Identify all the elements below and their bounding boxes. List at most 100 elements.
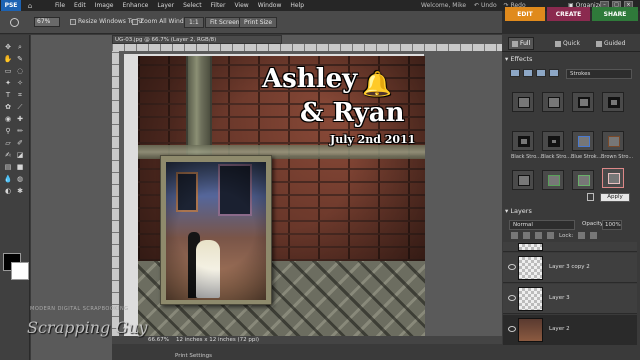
adjustment-layer-icon[interactable] [535,232,542,239]
subtab-full[interactable]: Full [508,37,535,50]
layer-row-selected[interactable]: Layer 2 [503,315,637,345]
clone-stamp-tool-icon[interactable]: ⚲ [3,127,13,136]
layer-row[interactable] [503,242,637,252]
photo-effects-icon[interactable] [536,69,546,77]
menu-filter[interactable]: Filter [211,2,226,9]
print-size-button[interactable]: Print Size [239,17,278,28]
stroke-thumb-label: Black Stro... [541,154,571,160]
checkbox-box[interactable] [70,18,76,25]
filters-icon[interactable] [510,69,520,77]
stroke-thumb[interactable] [572,92,594,112]
cookie-cutter-tool-icon[interactable]: ✿ [3,103,13,112]
straighten-tool-icon[interactable]: ⟋ [15,103,25,112]
stroke-thumb[interactable] [512,170,534,190]
move-tool-icon[interactable]: ✥ [3,43,13,52]
zoom-tool-button-icon[interactable]: ⌕ [15,43,25,52]
stroke-thumb-label: Brown Stro... [601,154,634,160]
effects-title: Effects [510,55,533,63]
home-icon[interactable]: ⌂ [21,0,39,11]
subtab-quick[interactable]: Quick [552,37,583,50]
dodge-tool-icon[interactable]: ◐ [3,187,13,196]
menu-view[interactable]: View [234,2,248,9]
layer-name: Layer 3 [549,295,570,301]
brush-tool-icon[interactable]: ✐ [15,139,25,148]
checkbox-box[interactable] [132,18,138,25]
stroke-thumb[interactable] [512,131,534,151]
undo-button[interactable]: ↶ Undo [474,2,497,9]
hand-tool-icon[interactable]: ✋ [3,55,13,64]
background-color-swatch[interactable] [11,262,29,280]
title-name-two: & Ryan [300,98,405,128]
document-tab[interactable]: UG-03.jpg @ 66.7% (Layer 2, RGB/8) [112,35,282,44]
watermark-logo: Scrapping Guy [27,318,148,337]
all-effects-icon[interactable] [549,69,559,77]
stroke-thumb-selected[interactable] [602,168,624,188]
menu-enhance[interactable]: Enhance [122,2,148,9]
document-status-bar: 66.67% 12 inches x 12 inches (72 ppi) [112,336,502,344]
blur-tool-icon[interactable]: 💧 [3,175,13,184]
menu-file[interactable]: File [55,2,65,9]
tab-edit[interactable]: EDIT [505,7,545,21]
tab-create[interactable]: CREATE [547,7,590,21]
blend-mode-select[interactable]: Normal [509,220,575,230]
layer-mask-icon[interactable] [547,232,554,239]
effects-category-icons [510,69,559,77]
horizontal-ruler [112,44,502,51]
menu-layer[interactable]: Layer [157,2,174,9]
stroke-thumb[interactable] [602,131,624,151]
visibility-eye-icon[interactable] [508,264,516,270]
pencil-tool-icon[interactable]: ✏ [15,127,25,136]
stroke-thumb[interactable] [542,170,564,190]
layer-toolbar: Lock: [511,232,640,239]
print-settings-label[interactable]: Print Settings [175,353,212,359]
stroke-thumb[interactable] [512,92,534,112]
visibility-eye-icon[interactable] [508,326,516,332]
lock-all-icon[interactable] [590,232,598,239]
apply-button[interactable]: Apply [600,193,630,202]
menu-window[interactable]: Window [258,2,282,9]
stroke-thumb[interactable] [542,92,564,112]
new-layer-icon[interactable] [511,232,518,239]
eyedropper-tool-icon[interactable]: ✎ [15,55,25,64]
menu-edit[interactable]: Edit [74,2,86,9]
menu-select[interactable]: Select [183,2,202,9]
lasso-tool-icon[interactable]: ◌ [15,67,25,76]
red-eye-tool-icon[interactable]: ◉ [3,115,13,124]
layer-row[interactable]: Layer 3 [503,284,637,314]
effects-category-select[interactable]: Strokes [566,69,632,79]
stroke-thumb[interactable] [542,131,564,151]
lock-transparency-icon[interactable] [578,232,586,239]
type-tool-icon[interactable]: T [3,91,13,100]
marquee-tool-icon[interactable]: ▭ [3,67,13,76]
eraser-tool-icon[interactable]: ▱ [3,139,13,148]
trash-icon[interactable] [587,193,594,201]
stroke-thumb[interactable] [602,92,624,112]
stroke-thumb[interactable] [572,131,594,151]
sponge-tool-icon[interactable]: ◍ [15,175,25,184]
title-name-one: Ashley [262,64,358,94]
shape-tool-icon[interactable]: ■ [15,163,25,172]
smart-brush-tool-icon[interactable]: ✍ [3,151,13,160]
gradient-tool-icon[interactable]: ▤ [3,163,13,172]
content-aware-move-tool-icon[interactable]: ✱ [15,187,25,196]
layer-styles-icon[interactable] [523,69,533,77]
paint-bucket-tool-icon[interactable]: ◪ [15,151,25,160]
zoom-level-field[interactable]: 67% [34,17,60,27]
tab-share[interactable]: SHARE [592,7,638,21]
visibility-eye-icon[interactable] [508,295,516,301]
crop-tool-icon[interactable]: ⌗ [15,91,25,100]
one-to-one-button[interactable]: 1:1 [184,17,204,28]
subtab-guided[interactable]: Guided [593,37,628,50]
opacity-field[interactable]: 100% [602,220,622,230]
effects-panel-header[interactable]: ▾ Effects [505,55,532,65]
menu-image[interactable]: Image [95,2,114,9]
quick-selection-tool-icon[interactable]: ✧ [15,79,25,88]
magic-wand-tool-icon[interactable]: ✦ [3,79,13,88]
horizontal-scrollbar[interactable] [112,344,502,360]
spot-healing-tool-icon[interactable]: ✚ [15,115,25,124]
layers-panel-header[interactable]: ▾ Layers [505,207,532,217]
new-group-icon[interactable] [523,232,530,239]
stroke-thumb[interactable] [572,170,594,190]
layer-row[interactable]: Layer 3 copy 2 [503,253,637,283]
menu-help[interactable]: Help [290,2,304,9]
